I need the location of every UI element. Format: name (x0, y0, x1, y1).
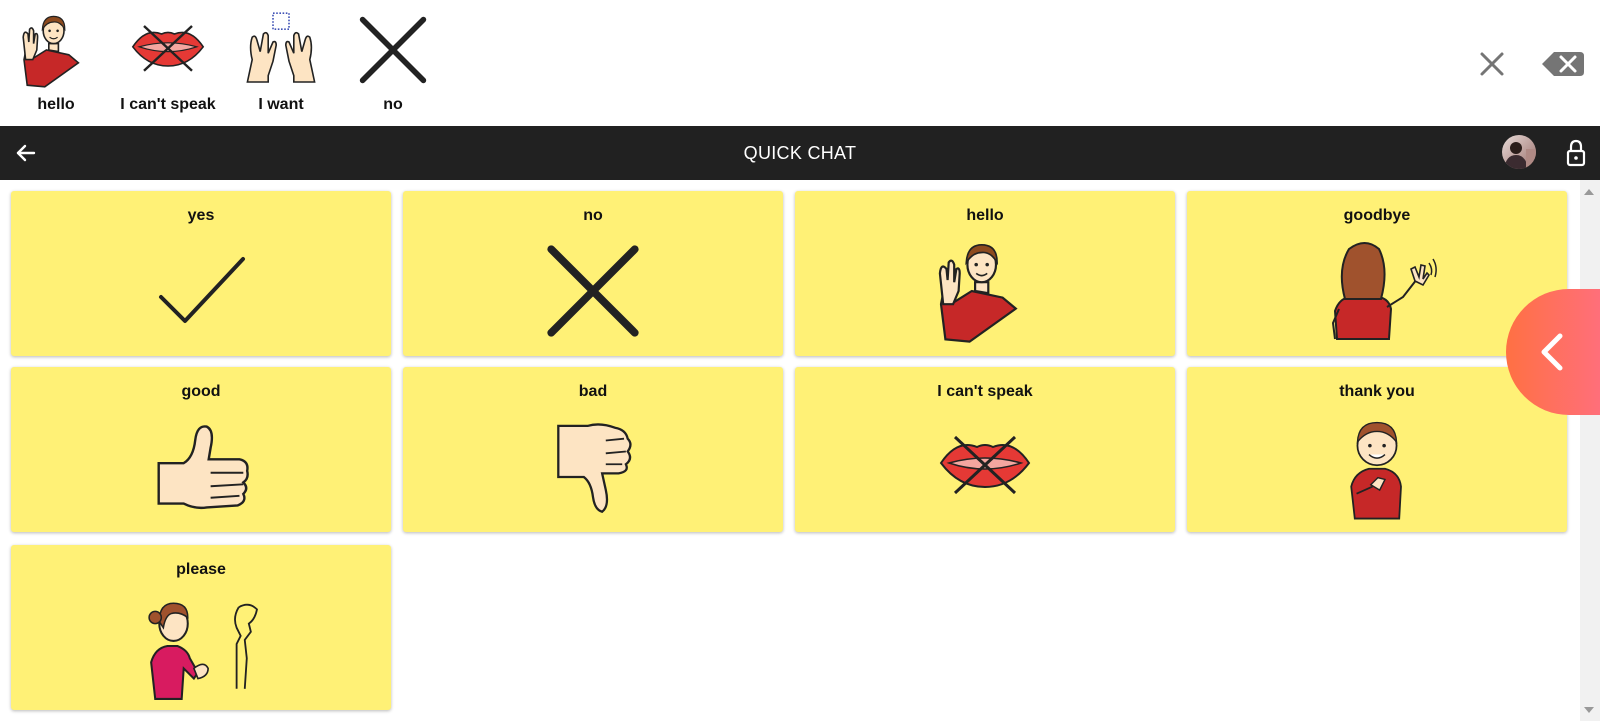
output-item-label: I want (258, 96, 304, 113)
tile-label: please (176, 561, 226, 578)
message-output-bar[interactable]: hello I can't speak I want no (0, 0, 1600, 126)
output-item-no[interactable]: no (338, 6, 448, 118)
grid-scrollbar[interactable] (1580, 180, 1600, 721)
avatar-photo (1502, 135, 1536, 169)
tile-label: hello (966, 207, 1004, 224)
tile-no[interactable]: no (403, 191, 783, 356)
output-item-cant-speak[interactable]: I can't speak (113, 6, 223, 118)
output-item-label: no (383, 96, 403, 113)
back-button[interactable] (10, 137, 42, 169)
scroll-up-arrow[interactable] (1584, 189, 1594, 195)
output-item-hello[interactable]: hello (1, 6, 111, 118)
thanking-child-icon (1350, 421, 1402, 520)
pleading-person-icon (148, 602, 258, 700)
waving-goodbye-icon (1332, 242, 1438, 340)
tile-label: I can't speak (937, 383, 1033, 400)
tile-label: yes (187, 207, 215, 224)
lock-icon (1566, 139, 1586, 167)
thumbs-up-icon (157, 425, 249, 510)
waving-person-icon (938, 243, 1017, 343)
board-title: QUICK CHAT (743, 143, 857, 163)
tile-yes[interactable]: yes (11, 191, 391, 356)
board-grid: yes no hello goodbye good bad I can't sp… (0, 180, 1580, 721)
scroll-down-arrow[interactable] (1584, 707, 1594, 713)
cross-icon (353, 10, 433, 90)
tile-label: goodbye (1343, 207, 1411, 224)
crossed-lips-icon (131, 24, 205, 73)
thumbs-down-icon (557, 423, 632, 513)
board-navbar: QUICK CHAT (0, 126, 1600, 180)
chevron-left-icon (1541, 333, 1563, 371)
backspace-icon (1542, 52, 1584, 76)
tile-label: good (181, 383, 221, 400)
tile-label: thank you (1339, 383, 1415, 400)
tile-hello[interactable]: hello (795, 191, 1175, 356)
output-item-label: hello (37, 96, 75, 113)
cross-icon (538, 236, 648, 346)
backspace-button[interactable] (1540, 46, 1586, 82)
tile-thank-you[interactable]: thank you (1187, 367, 1567, 532)
lock-button[interactable] (1561, 137, 1591, 169)
tile-label: no (583, 207, 603, 224)
tile-bad[interactable]: bad (403, 367, 783, 532)
clear-output-button[interactable] (1474, 46, 1510, 82)
close-icon (1480, 52, 1504, 76)
output-item-label: I can't speak (120, 96, 216, 113)
waving-person-icon (22, 15, 80, 88)
arrow-left-icon (16, 144, 36, 162)
crossed-lips-icon (939, 435, 1031, 495)
output-item-i-want[interactable]: I want (226, 6, 336, 118)
tile-please[interactable]: please (11, 545, 391, 710)
tile-cant-speak[interactable]: I can't speak (795, 367, 1175, 532)
tile-label: bad (578, 383, 608, 400)
checkmark-icon (159, 257, 245, 323)
tile-good[interactable]: good (11, 367, 391, 532)
wanting-hands-icon (246, 12, 316, 83)
user-avatar[interactable] (1502, 135, 1536, 169)
